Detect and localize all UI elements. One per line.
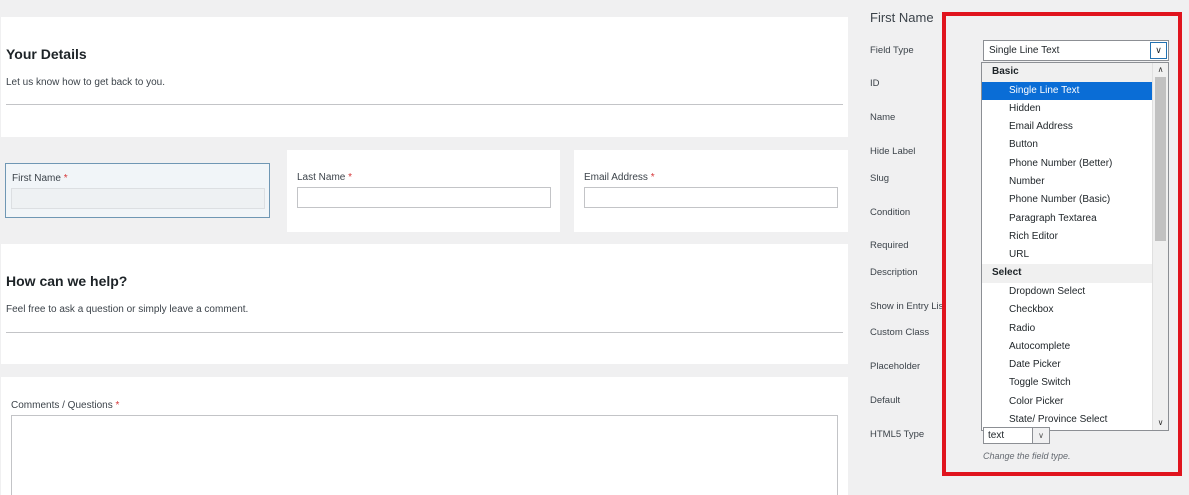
section-title: How can we help? <box>6 273 128 289</box>
label-required: Required <box>870 240 909 251</box>
field-card-last-name[interactable]: Last Name * <box>287 150 560 232</box>
field-label: Email Address * <box>584 172 655 183</box>
email-input[interactable] <box>584 187 838 208</box>
section-title: Your Details <box>6 46 87 62</box>
label-html5-type: HTML5 Type <box>870 429 925 440</box>
label-default: Default <box>870 395 901 406</box>
label-field-type: Field Type <box>870 45 914 56</box>
field-card-comments[interactable]: Comments / Questions * <box>1 377 848 495</box>
label-name: Name <box>870 112 896 123</box>
section-description: Feel free to ask a question or simply le… <box>6 304 249 315</box>
label-slug: Slug <box>870 173 890 184</box>
label-condition: Condition <box>870 207 911 218</box>
field-card-first-name[interactable]: First Name * <box>5 163 270 218</box>
section-your-details: Your Details Let us know how to get back… <box>1 17 848 137</box>
settings-title: First Name <box>870 10 934 25</box>
label-hide-label: Hide Label <box>870 146 916 157</box>
label-description: Description <box>870 267 918 278</box>
section-description: Let us know how to get back to you. <box>6 77 165 88</box>
field-label: Comments / Questions * <box>11 400 120 411</box>
label-custom-class: Custom Class <box>870 327 930 338</box>
first-name-input[interactable] <box>11 188 265 209</box>
divider <box>6 332 843 333</box>
divider <box>6 104 843 105</box>
section-how-can-we-help: How can we help? Feel free to ask a ques… <box>1 244 848 364</box>
comments-textarea[interactable] <box>11 415 838 495</box>
label-id: ID <box>870 78 880 89</box>
label-show-in-entry-list: Show in Entry List <box>870 301 947 312</box>
annotation-highlight-box <box>942 12 1182 476</box>
field-label: Last Name * <box>297 172 353 183</box>
field-label: First Name * <box>12 173 68 184</box>
label-placeholder: Placeholder <box>870 361 921 372</box>
last-name-input[interactable] <box>297 187 551 208</box>
field-card-email[interactable]: Email Address * <box>574 150 848 232</box>
